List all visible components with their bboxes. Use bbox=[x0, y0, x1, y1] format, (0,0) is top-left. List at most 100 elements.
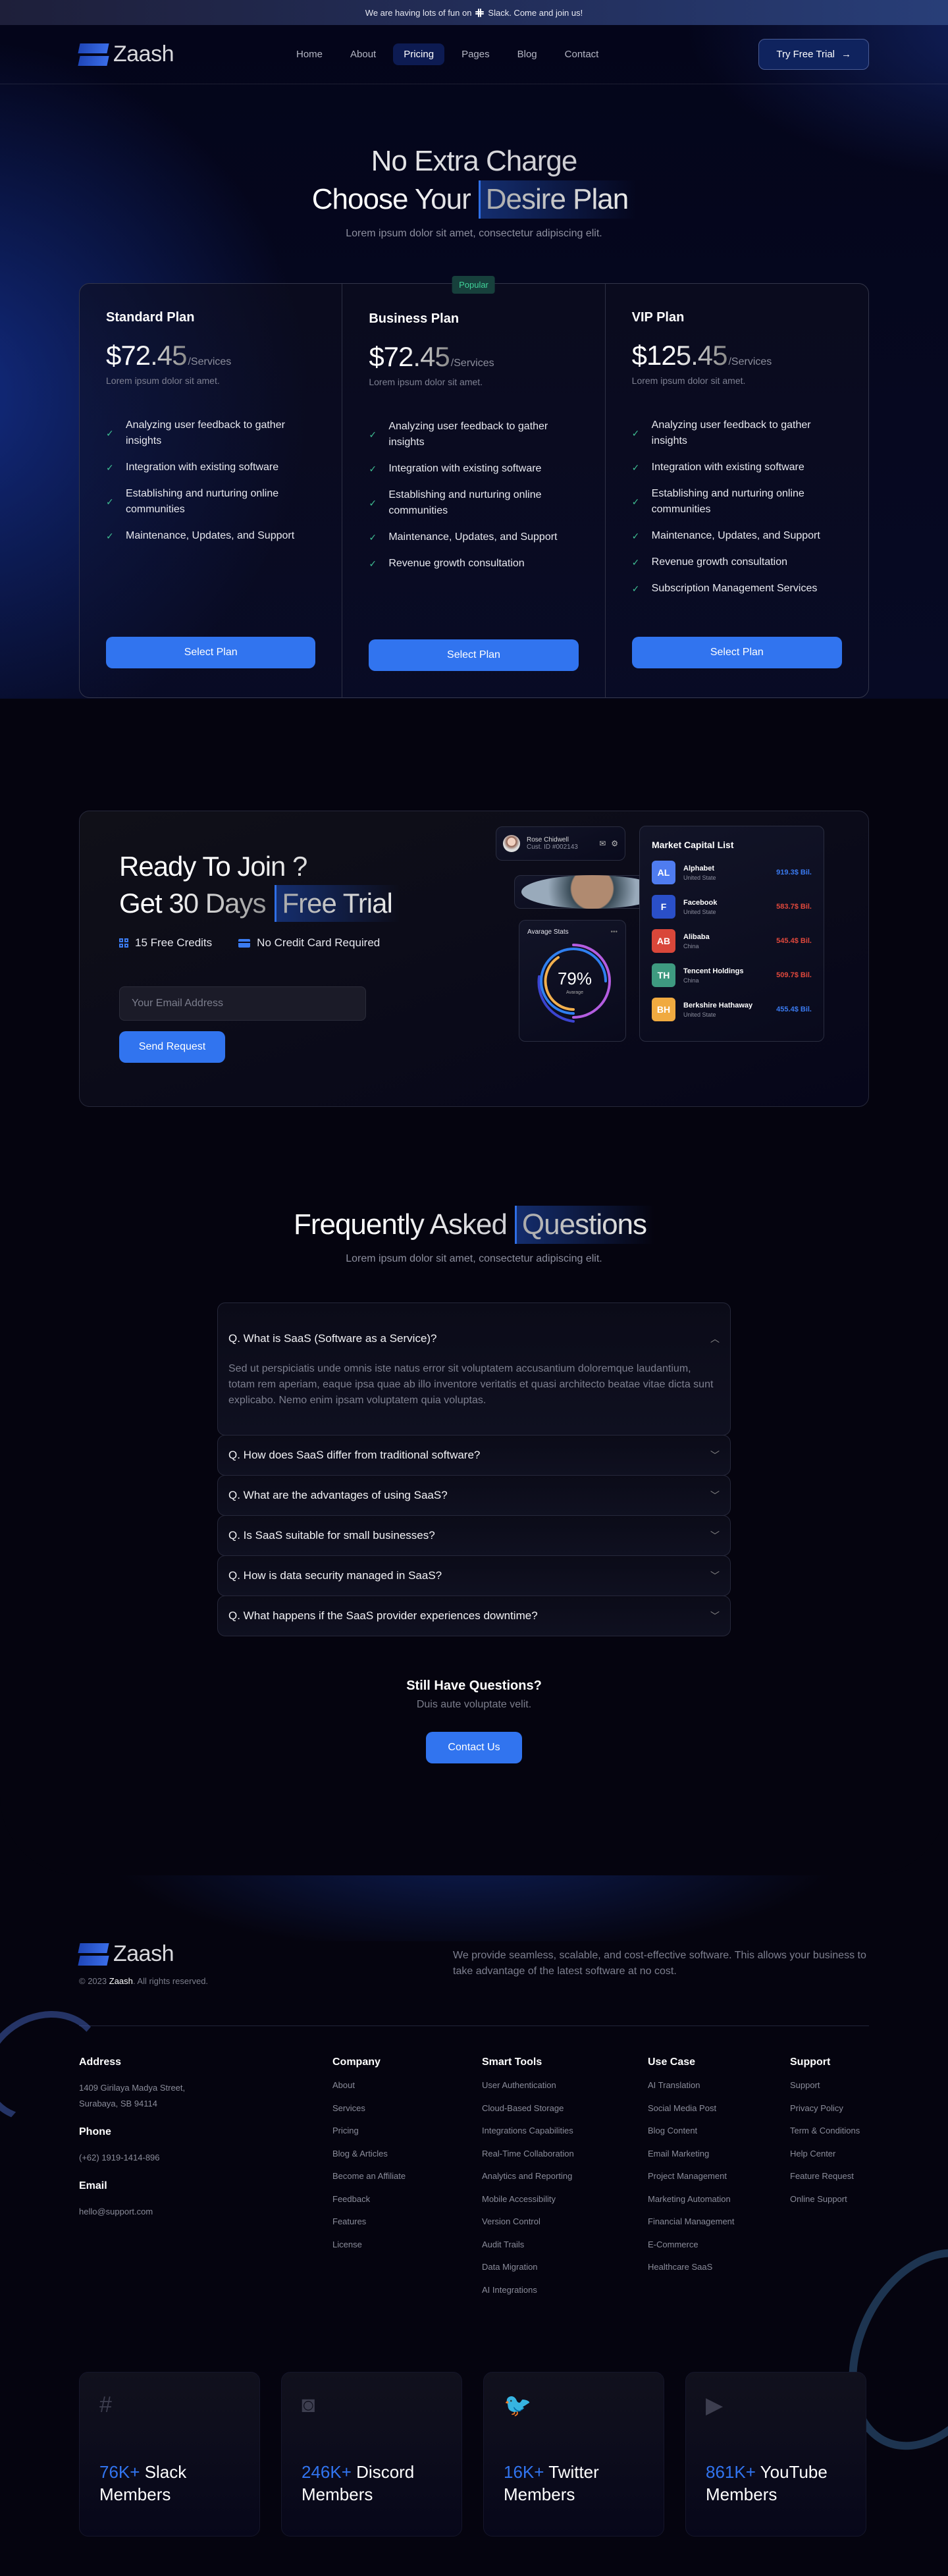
faq-question[interactable]: Q. How is data security managed in SaaS?… bbox=[228, 1556, 720, 1596]
footer-link[interactable]: AI Integrations bbox=[482, 2285, 648, 2295]
chevron-down-icon[interactable]: ﹀ bbox=[710, 1489, 720, 1502]
faq-question-text: Q. Is SaaS suitable for small businesses… bbox=[228, 1529, 435, 1542]
company-country: United State bbox=[683, 874, 716, 881]
announcement-link[interactable]: Slack. Come and join us! bbox=[488, 8, 583, 18]
select-plan-button[interactable]: Select Plan bbox=[631, 637, 842, 668]
community-card[interactable]: #76K+ Slack Members bbox=[79, 2372, 260, 2536]
chevron-down-icon[interactable]: ﹀ bbox=[710, 1449, 720, 1462]
check-icon: ✓ bbox=[106, 496, 114, 507]
nav-home[interactable]: Home bbox=[286, 43, 333, 65]
footer-link[interactable]: Integrations Capabilities bbox=[482, 2126, 648, 2136]
phone-value[interactable]: (+62) 1919-1414-896 bbox=[79, 2150, 332, 2166]
footer-link[interactable]: Project Management bbox=[648, 2171, 790, 2182]
footer-link[interactable]: Blog & Articles bbox=[332, 2149, 482, 2159]
footer-link[interactable]: Social Media Post bbox=[648, 2103, 790, 2114]
chevron-down-icon[interactable]: ﹀ bbox=[710, 1609, 720, 1623]
footer-link[interactable]: Email Marketing bbox=[648, 2149, 790, 2159]
email-value[interactable]: hello@support.com bbox=[79, 2204, 332, 2220]
footer-link[interactable]: Help Center bbox=[790, 2149, 860, 2159]
footer-link[interactable]: Healthcare SaaS bbox=[648, 2262, 790, 2272]
footer-link[interactable]: Mobile Accessibility bbox=[482, 2194, 648, 2205]
perk-label: 15 Free Credits bbox=[135, 936, 213, 949]
nav-contact[interactable]: Contact bbox=[554, 43, 610, 65]
phone-label: Phone bbox=[79, 2126, 111, 2137]
footer-link[interactable]: AI Translation bbox=[648, 2080, 790, 2091]
footer-link[interactable]: Support bbox=[790, 2080, 860, 2091]
faq-item[interactable]: Q. What happens if the SaaS provider exp… bbox=[217, 1596, 731, 1636]
faq-question[interactable]: Q. Is SaaS suitable for small businesses… bbox=[228, 1516, 720, 1555]
check-icon: ✓ bbox=[369, 464, 377, 474]
footer-link[interactable]: Data Migration bbox=[482, 2262, 648, 2272]
qr-grid-icon bbox=[119, 938, 128, 948]
footer-link[interactable]: Become an Affiliate bbox=[332, 2171, 482, 2182]
select-plan-button[interactable]: Select Plan bbox=[369, 639, 579, 671]
nav-about[interactable]: About bbox=[340, 43, 386, 65]
try-free-trial-button[interactable]: Try Free Trial → bbox=[758, 39, 869, 70]
footer-link[interactable]: About bbox=[332, 2080, 482, 2091]
footer-link[interactable]: Online Support bbox=[790, 2194, 860, 2205]
footer-link[interactable]: Blog Content bbox=[648, 2126, 790, 2136]
faq-highlight-text: Questions bbox=[521, 1208, 647, 1241]
trial-title-line1: Ready To Join ? bbox=[119, 848, 461, 885]
community-stat: 16K+ Twitter Members bbox=[504, 2461, 599, 2506]
feature-item: ✓ Subscription Management Services bbox=[632, 581, 842, 597]
nav-blog[interactable]: Blog bbox=[507, 43, 548, 65]
faq-question[interactable]: Q. How does SaaS differ from traditional… bbox=[228, 1436, 720, 1475]
faq-item[interactable]: Q. Is SaaS suitable for small businesses… bbox=[217, 1515, 731, 1556]
footer-link[interactable]: Feature Request bbox=[790, 2171, 860, 2182]
footer-link[interactable]: Pricing bbox=[332, 2126, 482, 2136]
select-plan-button[interactable]: Select Plan bbox=[106, 637, 316, 668]
community-card[interactable]: ◙ 246K+ Discord Members bbox=[281, 2372, 462, 2536]
email-input[interactable] bbox=[119, 986, 366, 1021]
chevron-down-icon[interactable]: ﹀ bbox=[710, 1569, 720, 1582]
feature-text: Maintenance, Updates, and Support bbox=[126, 530, 295, 541]
faq-item[interactable]: Q. What are the advantages of using SaaS… bbox=[217, 1475, 731, 1516]
announcement-bar[interactable]: We are having lots of fun on Slack. Come… bbox=[0, 0, 948, 25]
footer-link[interactable]: License bbox=[332, 2240, 482, 2250]
faq-list: Q. What is SaaS (Software as a Service)?… bbox=[217, 1302, 731, 1636]
plan-desc: Lorem ipsum dolor sit amet. bbox=[106, 375, 220, 386]
community-card[interactable]: ▶ 861K+ YouTube Members bbox=[685, 2372, 866, 2536]
contact-us-button[interactable]: Contact Us bbox=[426, 1732, 522, 1763]
footer-link[interactable]: Privacy Policy bbox=[790, 2103, 860, 2114]
footer-link[interactable]: Term & Conditions bbox=[790, 2126, 860, 2136]
plan-card-vip: VIP Plan $125.45/Services Lorem ipsum do… bbox=[606, 284, 868, 697]
faq-question[interactable]: Q. What is SaaS (Software as a Service)?… bbox=[228, 1303, 720, 1361]
send-request-button[interactable]: Send Request bbox=[119, 1031, 225, 1063]
footer-link[interactable]: Feedback bbox=[332, 2194, 482, 2205]
footer-link[interactable]: Analytics and Reporting bbox=[482, 2171, 648, 2182]
faq-title: Frequently Asked Questions bbox=[294, 1206, 655, 1244]
nav-pages[interactable]: Pages bbox=[451, 43, 500, 65]
nav-pricing[interactable]: Pricing bbox=[393, 43, 445, 65]
footer-link[interactable]: E-Commerce bbox=[648, 2240, 790, 2250]
footer-logo[interactable]: Zaash bbox=[78, 1941, 208, 1967]
footer-link[interactable]: Services bbox=[332, 2103, 482, 2114]
company-country: United State bbox=[683, 908, 716, 915]
community-card[interactable]: 🐦 16K+ Twitter Members bbox=[483, 2372, 664, 2536]
footer-link[interactable]: Cloud-Based Storage bbox=[482, 2103, 648, 2114]
chevron-down-icon[interactable]: ﹀ bbox=[710, 1529, 720, 1542]
faq-question-text: Q. What is SaaS (Software as a Service)? bbox=[228, 1332, 437, 1345]
hero-subtitle: Lorem ipsum dolor sit amet, consectetur … bbox=[346, 228, 602, 239]
feature-item: ✓ Maintenance, Updates, and Support bbox=[106, 528, 315, 544]
footer-link[interactable]: Real-Time Collaboration bbox=[482, 2149, 648, 2159]
logo[interactable]: Zaash bbox=[78, 41, 174, 67]
feature-item: ✓ Integration with existing software bbox=[106, 460, 315, 475]
footer-link[interactable]: Features bbox=[332, 2216, 482, 2227]
plan-features: ✓ Analyzing user feedback to gather insig… bbox=[632, 417, 842, 597]
footer-col-smart-tools: Smart Tools User Authentication Cloud-Base… bbox=[482, 2056, 648, 2307]
faq-question[interactable]: Q. What are the advantages of using SaaS… bbox=[228, 1476, 720, 1515]
footer-link[interactable]: Marketing Automation bbox=[648, 2194, 790, 2205]
faq-item[interactable]: Q. How does SaaS differ from traditional… bbox=[217, 1435, 731, 1476]
faq-section: Frequently Asked Questions Lorem ipsum d… bbox=[0, 1206, 948, 1763]
trial-title: Ready To Join ? Get 30 Days Free Trial bbox=[119, 848, 461, 922]
feature-text: Integration with existing software bbox=[388, 463, 542, 474]
footer-link[interactable]: Financial Management bbox=[648, 2216, 790, 2227]
footer-link[interactable]: Version Control bbox=[482, 2216, 648, 2227]
faq-question[interactable]: Q. What happens if the SaaS provider exp… bbox=[228, 1596, 720, 1636]
footer-link[interactable]: User Authentication bbox=[482, 2080, 648, 2091]
faq-item[interactable]: Q. What is SaaS (Software as a Service)?… bbox=[217, 1302, 731, 1436]
faq-item[interactable]: Q. How is data security managed in SaaS?… bbox=[217, 1555, 731, 1596]
chevron-up-icon[interactable]: ︿ bbox=[710, 1332, 720, 1345]
footer-link[interactable]: Audit Trails bbox=[482, 2240, 648, 2250]
